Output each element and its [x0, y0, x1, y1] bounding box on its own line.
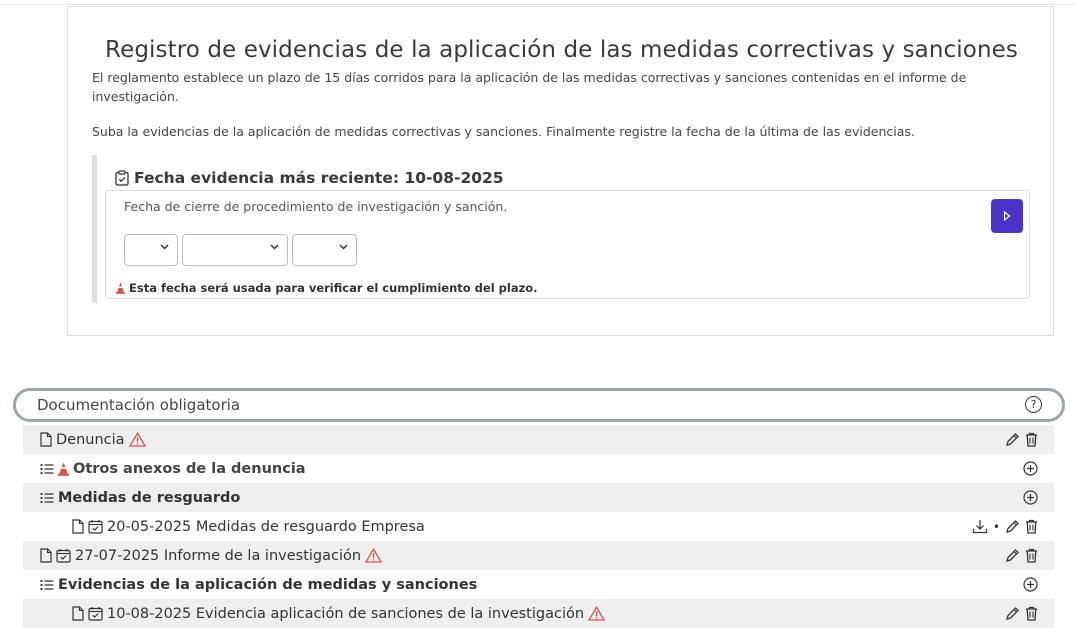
plus-circle-icon[interactable]: [1023, 461, 1038, 476]
trash-icon[interactable]: [1025, 606, 1038, 621]
doc-label[interactable]: Otros anexos de la denuncia: [73, 461, 306, 477]
traffic-cone-icon: [58, 462, 69, 476]
page-title: Registro de evidencias de la aplicación …: [105, 37, 1018, 63]
file-icon: [40, 432, 52, 447]
latest-evidence-date: Fecha evidencia más reciente: 10-08-2025: [115, 169, 504, 187]
download-icon[interactable]: [972, 519, 988, 534]
date-panel: Fecha evidencia más reciente: 10-08-2025…: [92, 155, 1030, 303]
day-select[interactable]: [124, 234, 178, 266]
plus-circle-icon[interactable]: [1023, 577, 1038, 592]
closing-date-form: Fecha de cierre de procedimiento de inve…: [105, 190, 1030, 299]
play-icon: [1003, 211, 1011, 221]
doc-label[interactable]: 20-05-2025 Medidas de resguardo Empresa: [107, 519, 425, 535]
file-icon: [72, 606, 84, 621]
traffic-cone-icon: [116, 282, 125, 294]
chevron-down-icon: [270, 244, 279, 250]
file-icon: [40, 548, 52, 563]
submit-date-button[interactable]: [991, 199, 1023, 233]
mandatory-docs-header[interactable]: Documentación obligatoria ?: [13, 388, 1065, 422]
list-icon: [40, 579, 54, 591]
pencil-icon[interactable]: [1005, 606, 1020, 621]
doc-label[interactable]: Evidencias de la aplicación de medidas y…: [58, 577, 477, 593]
chevron-down-icon: [339, 244, 348, 250]
trash-icon[interactable]: [1025, 432, 1038, 447]
closing-date-label: Fecha de cierre de procedimiento de inve…: [124, 199, 508, 214]
list-icon: [40, 492, 54, 504]
pencil-icon[interactable]: [1005, 548, 1020, 563]
month-select[interactable]: [182, 234, 288, 266]
calendar-check-icon: [56, 548, 71, 563]
doc-row-denuncia: Denuncia: [23, 425, 1054, 454]
calendar-check-icon: [88, 519, 103, 534]
pencil-icon[interactable]: [1005, 519, 1020, 534]
trash-icon[interactable]: [1025, 519, 1038, 534]
trash-icon[interactable]: [1025, 548, 1038, 563]
clipboard-check-icon: [115, 170, 129, 186]
file-icon: [72, 519, 84, 534]
top-divider: [0, 4, 1076, 5]
deadline-note-text: Esta fecha será usada para verificar el …: [129, 281, 538, 295]
doc-label[interactable]: 10-08-2025 Evidencia aplicación de sanci…: [107, 606, 584, 622]
deadline-note: Esta fecha será usada para verificar el …: [116, 281, 538, 295]
doc-row-medidas-resguardo: Medidas de resguardo: [23, 483, 1054, 512]
year-select[interactable]: [292, 234, 357, 266]
warning-icon: [128, 432, 146, 447]
chevron-down-icon: [160, 244, 169, 250]
separator-dot: •: [992, 519, 1000, 534]
plus-circle-icon[interactable]: [1023, 490, 1038, 505]
upload-instructions: Suba la evidencias de la aplicación de m…: [92, 124, 915, 139]
evidence-card: Registro de evidencias de la aplicación …: [67, 6, 1054, 336]
doc-row-otros-anexos: Otros anexos de la denuncia: [23, 454, 1054, 483]
pencil-icon[interactable]: [1005, 432, 1020, 447]
calendar-check-icon: [88, 606, 103, 621]
warning-icon: [365, 548, 383, 563]
deadline-description: El reglamento establece un plazo de 15 d…: [92, 70, 967, 104]
mandatory-docs-title: Documentación obligatoria: [37, 396, 241, 414]
doc-label[interactable]: Denuncia: [56, 432, 125, 448]
doc-row-informe: 27-07-2025 Informe de la investigación: [23, 541, 1054, 570]
doc-row-evidencias: Evidencias de la aplicación de medidas y…: [23, 570, 1054, 599]
latest-evidence-title: Fecha evidencia más reciente: 10-08-2025: [134, 169, 504, 187]
help-icon[interactable]: ?: [1025, 396, 1042, 413]
warning-icon: [588, 606, 606, 621]
doc-label[interactable]: Medidas de resguardo: [58, 490, 240, 506]
list-icon: [40, 463, 54, 475]
doc-row-evidencia-sanciones: 10-08-2025 Evidencia aplicación de sanci…: [23, 599, 1054, 628]
doc-row-resguardo-empresa: 20-05-2025 Medidas de resguardo Empresa …: [23, 512, 1054, 541]
doc-label[interactable]: 27-07-2025 Informe de la investigación: [75, 548, 361, 564]
